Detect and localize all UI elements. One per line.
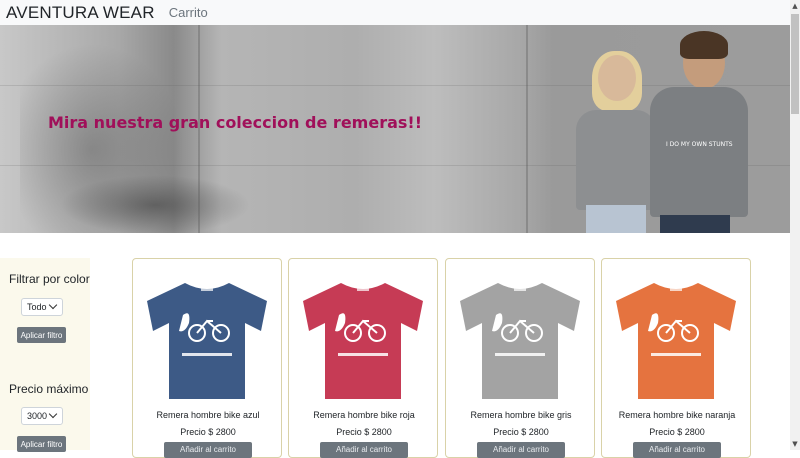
product-name: Remera hombre bike naranja	[618, 410, 736, 420]
color-filter-title: Filtrar por color	[9, 272, 90, 286]
cart-link[interactable]: Carrito	[169, 5, 208, 20]
add-to-cart-button[interactable]: Añadir al carrito	[164, 442, 252, 458]
add-to-cart-button[interactable]: Añadir al carrito	[320, 442, 408, 458]
brand-link[interactable]: AVENTURA WEAR	[6, 3, 155, 23]
chevron-down-icon	[48, 409, 58, 419]
wall-texture	[60, 175, 250, 233]
product-price: Precio $ 2800	[649, 427, 705, 437]
scroll-thumb[interactable]	[791, 14, 799, 114]
product-card[interactable]: Remera hombre bike roja Precio $ 2800 Añ…	[288, 258, 438, 458]
page-scrollbar[interactable]: ▲ ▼	[790, 0, 800, 450]
product-name: Remera hombre bike gris	[470, 410, 572, 420]
product-card[interactable]: Remera hombre bike naranja Precio $ 2800…	[601, 258, 751, 458]
wall-seam	[526, 25, 528, 233]
tshirt-image	[147, 283, 267, 399]
product-card[interactable]: Remera hombre bike azul Precio $ 2800 Añ…	[132, 258, 282, 458]
product-price: Precio $ 2800	[493, 427, 549, 437]
add-to-cart-button[interactable]: Añadir al carrito	[477, 442, 565, 458]
hero-headline: Mira nuestra gran coleccion de remeras!!	[48, 113, 422, 132]
product-name: Remera hombre bike roja	[313, 410, 415, 420]
price-select[interactable]: 3000	[21, 407, 63, 425]
shirt-print-text: I DO MY OWN STUNTS	[666, 141, 733, 148]
color-select-value: Todo	[27, 302, 47, 312]
color-select[interactable]: Todo	[21, 298, 63, 316]
filter-sidebar: Filtrar por color Todo Aplicar filtro Pr…	[0, 258, 90, 452]
model-man-jeans	[660, 215, 730, 233]
model-woman-shirt	[576, 110, 656, 210]
model-woman-face	[598, 55, 636, 101]
price-select-value: 3000	[27, 411, 48, 421]
wall-seam	[0, 85, 790, 86]
model-man-shirt	[650, 87, 748, 217]
navbar: AVENTURA WEAR Carrito	[0, 0, 790, 25]
price-filter-title: Precio máximo	[9, 382, 89, 396]
model-man-hair	[680, 31, 728, 59]
product-price: Precio $ 2800	[336, 427, 392, 437]
add-to-cart-button[interactable]: Añadir al carrito	[633, 442, 721, 458]
tshirt-image	[616, 283, 736, 399]
model-woman-jeans	[586, 205, 646, 233]
product-name: Remera hombre bike azul	[156, 410, 260, 420]
scroll-up-arrow-icon[interactable]: ▲	[790, 0, 800, 12]
product-price: Precio $ 2800	[180, 427, 236, 437]
product-card[interactable]: Remera hombre bike gris Precio $ 2800 Añ…	[445, 258, 595, 458]
hero-banner: I DO MY OWN STUNTS Mira nuestra gran col…	[0, 25, 790, 233]
tshirt-image	[303, 283, 423, 399]
apply-color-filter-button[interactable]: Aplicar filtro	[17, 327, 66, 343]
scroll-down-arrow-icon[interactable]: ▼	[790, 438, 800, 450]
chevron-down-icon	[48, 300, 58, 310]
tshirt-image	[460, 283, 580, 399]
